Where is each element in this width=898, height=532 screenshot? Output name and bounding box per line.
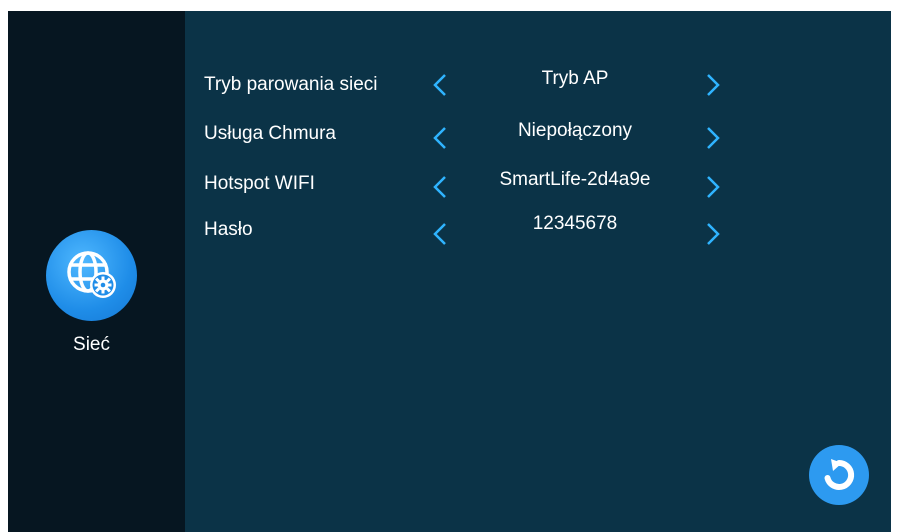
setting-value: Tryb AP	[541, 68, 609, 89]
chevron-left-icon[interactable]	[429, 221, 453, 247]
chevron-right-icon[interactable]	[700, 221, 724, 247]
setting-label: Usługa Chmura	[204, 123, 336, 144]
screen: Sieć Tryb parowania sieci Tryb AP Usługa…	[8, 11, 891, 532]
main-panel: Tryb parowania sieci Tryb AP Usługa Chmu…	[185, 11, 891, 532]
chevron-left-icon[interactable]	[429, 125, 453, 151]
refresh-button[interactable]	[809, 445, 869, 505]
refresh-icon	[824, 459, 855, 490]
setting-row-wifi-hotspot: Hotspot WIFI SmartLife-2d4a9e	[185, 165, 891, 205]
setting-label: Tryb parowania sieci	[204, 74, 378, 95]
chevron-left-icon[interactable]	[429, 174, 453, 200]
setting-row-password: Hasło 12345678	[185, 213, 891, 253]
setting-value: SmartLife-2d4a9e	[499, 169, 651, 190]
setting-label: Hasło	[204, 219, 253, 240]
chevron-left-icon[interactable]	[429, 72, 453, 98]
setting-value: 12345678	[532, 213, 618, 234]
network-label: Sieć	[73, 334, 110, 355]
chevron-right-icon[interactable]	[700, 125, 724, 151]
setting-row-cloud-service: Usługa Chmura Niepołączony	[185, 115, 891, 155]
chevron-right-icon[interactable]	[700, 174, 724, 200]
setting-row-pairing-mode: Tryb parowania sieci Tryb AP	[185, 66, 891, 106]
chevron-right-icon[interactable]	[700, 72, 724, 98]
network-button[interactable]	[46, 230, 137, 321]
setting-label: Hotspot WIFI	[204, 173, 315, 194]
setting-value: Niepołączony	[517, 120, 633, 141]
sidebar: Sieć	[8, 11, 185, 532]
globe-gear-icon	[67, 251, 116, 298]
